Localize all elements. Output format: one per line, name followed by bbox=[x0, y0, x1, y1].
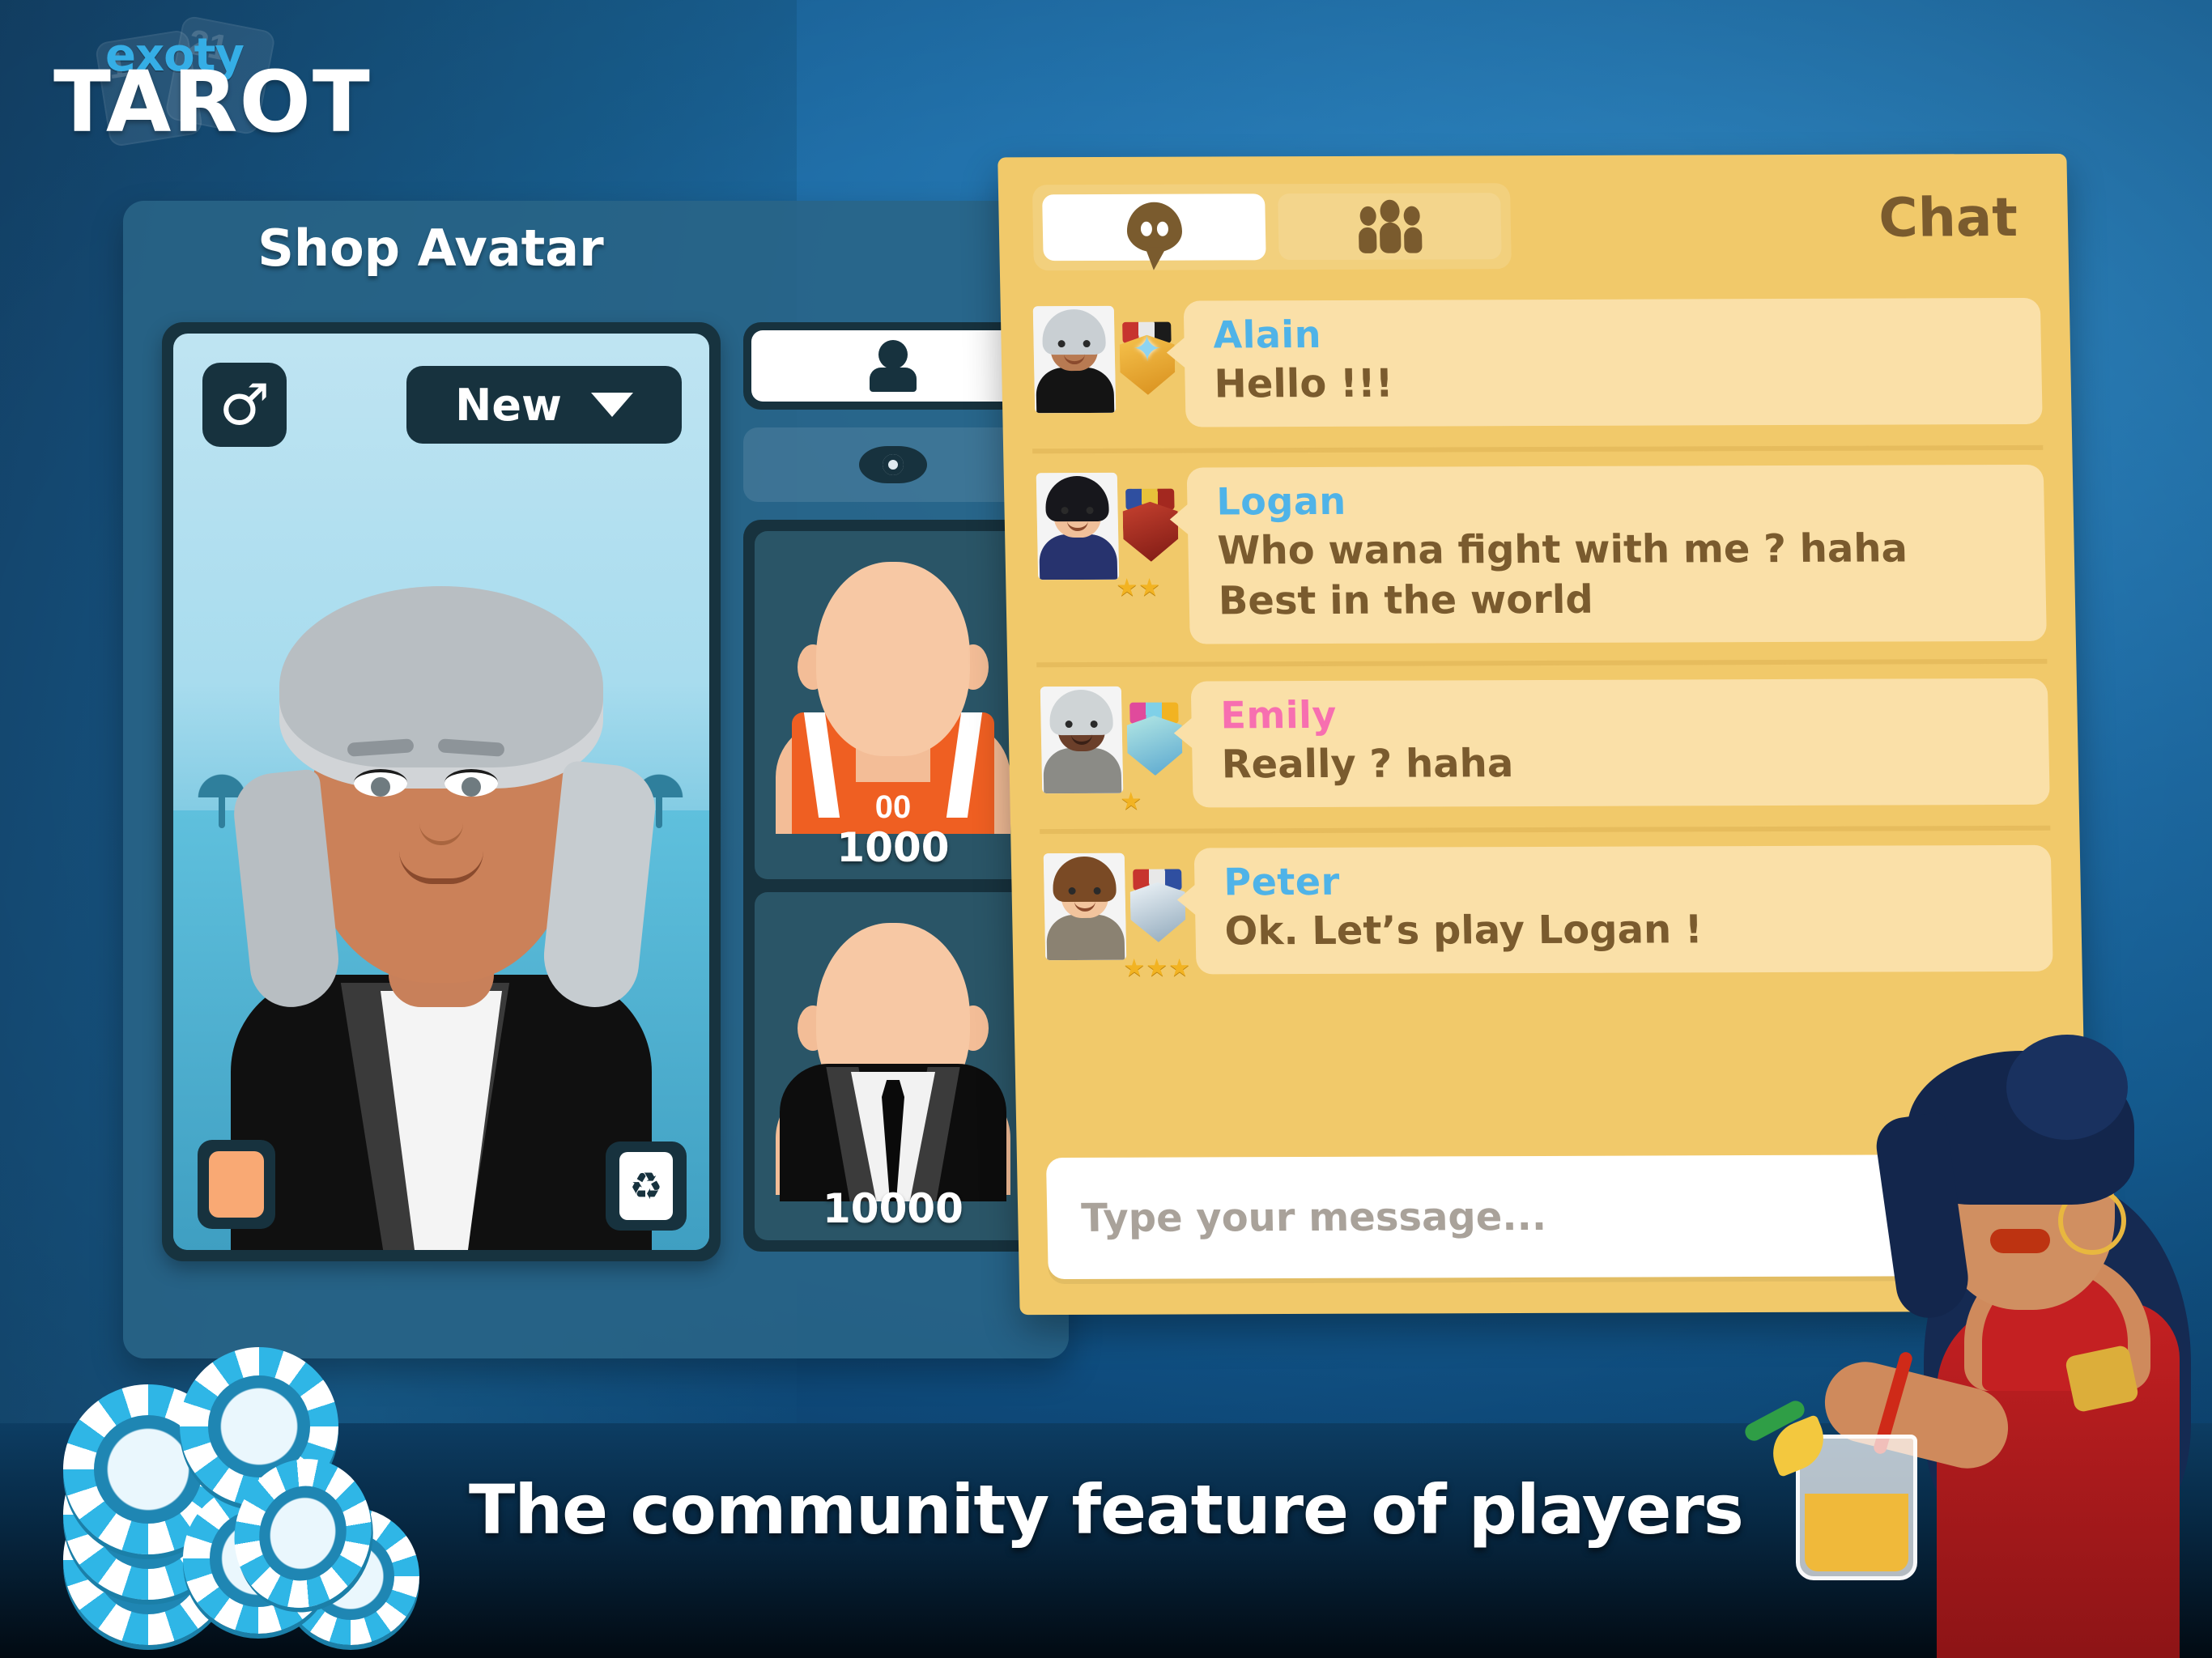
message-line: Best in the world bbox=[1218, 576, 1594, 624]
message-line: Who wana fight with me ? haha bbox=[1217, 525, 1908, 573]
preview-toggle-button[interactable] bbox=[743, 427, 1043, 502]
shop-category-tabs bbox=[743, 322, 1043, 410]
poker-chips-illustration bbox=[24, 1347, 462, 1658]
message-sender: Emily bbox=[1219, 693, 1338, 738]
star-icon: ★ bbox=[1116, 573, 1138, 602]
shop-item-column: 00 1000 10000 bbox=[743, 322, 1043, 1252]
avatar bbox=[1036, 472, 1120, 580]
male-gender-icon: ♂ bbox=[219, 372, 270, 438]
gender-toggle-button[interactable]: ♂ bbox=[202, 363, 287, 447]
message-bubble: Logan Who wana fight with me ? haha Best… bbox=[1186, 464, 2047, 644]
app-logo: 1 21 exoty TAROT bbox=[39, 15, 370, 176]
avatar-preview-scene: ♂ New ♻ bbox=[173, 334, 709, 1250]
tab-chat[interactable] bbox=[1042, 193, 1266, 261]
group-people-icon bbox=[1355, 199, 1425, 253]
sort-dropdown-label: New bbox=[455, 379, 562, 431]
message-sender: Peter bbox=[1223, 860, 1341, 904]
avatar bbox=[1040, 687, 1124, 794]
message-avatar-group: ★ ★ bbox=[1033, 468, 1189, 602]
reset-avatar-button[interactable]: ♻ bbox=[606, 1141, 687, 1231]
avatar-figure bbox=[215, 586, 668, 1250]
tab-players[interactable] bbox=[1278, 193, 1502, 261]
chat-title: Chat bbox=[1878, 186, 2018, 249]
avatar bbox=[1043, 853, 1127, 961]
item-price: 10000 bbox=[823, 1185, 963, 1232]
person-silhouette-icon bbox=[870, 340, 917, 392]
star-icon: ★ bbox=[1123, 954, 1146, 984]
tab-avatar-body[interactable] bbox=[751, 330, 1035, 402]
rank-stars: ★ ★ ★ bbox=[1123, 954, 1191, 984]
chat-message: ✦ Alain Hello !!! bbox=[1029, 283, 2043, 449]
message-avatar-group: ★ bbox=[1037, 682, 1193, 817]
chat-message: ★ ★ Logan Who wana fight with me ? haha B… bbox=[1032, 444, 2048, 663]
item-price: 1000 bbox=[836, 824, 950, 871]
star-icon: ★ bbox=[1138, 573, 1161, 602]
message-avatar-group: ★ ★ ★ bbox=[1040, 848, 1197, 984]
shop-item-card[interactable]: 10000 bbox=[755, 892, 1032, 1240]
skin-color-swatch-button[interactable] bbox=[198, 1140, 275, 1229]
message-avatar-group: ✦ bbox=[1030, 301, 1186, 432]
recycle-icon: ♻ bbox=[619, 1152, 673, 1220]
chevron-down-icon bbox=[590, 393, 633, 417]
chat-bubble-icon bbox=[1125, 202, 1182, 253]
chat-message: ★ Emily Really ? haha bbox=[1036, 659, 2051, 830]
shop-avatar-panel: Shop Avatar ♂ New ♻ 00 1000 10000 bbox=[123, 201, 1069, 1358]
avatar-preview-card: ♂ New ♻ bbox=[162, 322, 721, 1261]
message-sender: Logan bbox=[1215, 478, 1347, 524]
rank-stars: ★ bbox=[1120, 788, 1142, 817]
rank-stars: ★ ★ bbox=[1116, 573, 1161, 602]
shop-item-card[interactable]: 00 1000 bbox=[755, 531, 1032, 879]
message-sender: Alain bbox=[1212, 312, 1322, 357]
message-line: Hello !!! bbox=[1214, 360, 1394, 406]
skin-color-swatch bbox=[209, 1151, 264, 1218]
shop-title: Shop Avatar bbox=[257, 219, 604, 278]
star-icon: ★ bbox=[1120, 788, 1142, 817]
eye-icon bbox=[859, 446, 927, 483]
chat-tab-group bbox=[1032, 183, 1512, 271]
jersey-number: 00 bbox=[874, 789, 912, 825]
hostess-character-illustration bbox=[1742, 929, 2212, 1658]
shop-item-list: 00 1000 10000 bbox=[743, 520, 1043, 1252]
avatar bbox=[1032, 305, 1117, 414]
logo-title: TAROT bbox=[53, 53, 372, 151]
message-line: Really ? haha bbox=[1221, 740, 1514, 788]
chat-header: Chat bbox=[998, 154, 2069, 287]
star-icon: ★ bbox=[1168, 954, 1191, 983]
sort-dropdown[interactable]: New bbox=[406, 366, 682, 444]
message-bubble: Emily Really ? haha bbox=[1190, 678, 2050, 808]
star-icon: ★ bbox=[1146, 954, 1168, 983]
message-bubble: Alain Hello !!! bbox=[1183, 297, 2043, 427]
